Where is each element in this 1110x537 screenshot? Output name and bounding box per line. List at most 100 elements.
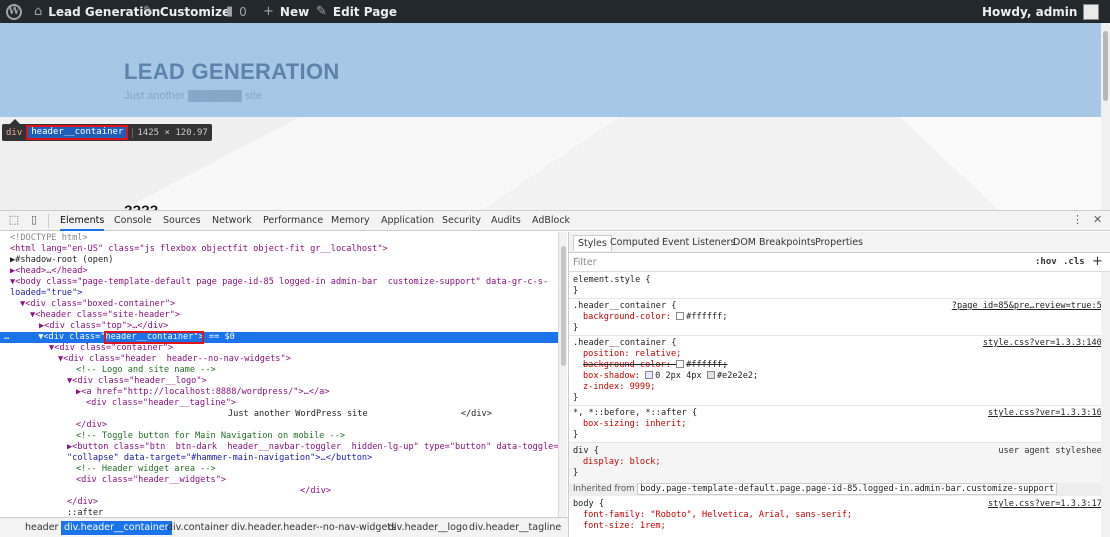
tab-audits[interactable]: Audits bbox=[491, 211, 521, 231]
tab-elements[interactable]: Elements bbox=[60, 211, 105, 231]
declaration[interactable]: font-size: 1rem; bbox=[583, 521, 666, 532]
rule-close: } bbox=[573, 430, 579, 440]
hov-toggle[interactable]: :hov bbox=[1035, 257, 1057, 267]
breadcrumb-item-active[interactable]: div.header__container bbox=[61, 521, 172, 535]
elements-scrollbar[interactable] bbox=[558, 232, 567, 517]
rule-selector[interactable]: .header__container { bbox=[573, 338, 676, 349]
tab-sources[interactable]: Sources bbox=[163, 211, 201, 231]
customize-link[interactable]: ✎ Customize bbox=[143, 0, 230, 23]
declaration[interactable]: box-sizing: inherit; bbox=[583, 419, 686, 430]
rule-selector[interactable]: element.style { bbox=[573, 275, 651, 286]
declaration[interactable]: font-family: "Roboto", Helvetica, Arial,… bbox=[583, 510, 852, 521]
dom-node[interactable]: ▼<div class="container"> bbox=[0, 343, 558, 354]
dom-node[interactable]: "collapse" data-target="#hammer-main-nav… bbox=[0, 453, 558, 464]
tab-event-listeners[interactable]: Event Listeners bbox=[662, 235, 735, 251]
dom-node[interactable]: ▼<div class="boxed-container"> bbox=[0, 299, 558, 310]
dom-node[interactable]: loaded="true"> bbox=[0, 288, 558, 299]
styles-scrollbar[interactable] bbox=[1101, 272, 1110, 537]
filter-input[interactable]: Filter bbox=[573, 257, 597, 268]
rule-close: } bbox=[573, 323, 579, 333]
rule-source-link[interactable]: ?page_id=85&pre…review=true:53 bbox=[952, 301, 1107, 312]
inherited-from-selector[interactable]: body.page-template-default.page.page-id-… bbox=[637, 483, 1058, 495]
cls-toggle[interactable]: .cls bbox=[1063, 257, 1085, 267]
wordpress-logo-button[interactable]: W bbox=[6, 0, 22, 23]
tab-application[interactable]: Application bbox=[381, 211, 434, 231]
elements-scrollbar-thumb[interactable] bbox=[561, 246, 566, 366]
dom-node[interactable]: </div> bbox=[0, 486, 558, 497]
dom-node[interactable]: ▶<a href="http://localhost:8888/wordpres… bbox=[0, 387, 558, 398]
edit-page-link[interactable]: ✎ Edit Page bbox=[316, 0, 397, 23]
dom-node[interactable]: <!-- Logo and site name --> bbox=[0, 365, 558, 376]
dom-node[interactable]: ▼<div class="header__logo"> bbox=[0, 376, 558, 387]
page-scrollbar[interactable] bbox=[1101, 23, 1110, 211]
ellipsis-icon[interactable]: … bbox=[0, 332, 9, 342]
new-rule-icon[interactable]: + bbox=[1092, 254, 1103, 269]
dom-node-text: <!-- Toggle button for Main Navigation o… bbox=[76, 431, 346, 441]
rule-source-link[interactable]: style.css?ver=1.3.3:1406 bbox=[983, 338, 1107, 349]
dom-node-selected[interactable]: … ▼<div class="header__container"> == $0 bbox=[0, 332, 558, 343]
brush-icon: ✎ bbox=[143, 4, 154, 19]
dom-node[interactable]: </div> bbox=[0, 420, 558, 431]
dom-node[interactable]: ▶#shadow-root (open) bbox=[0, 255, 558, 266]
declaration-overridden[interactable]: background-color: #ffffff; bbox=[583, 360, 728, 371]
dom-node[interactable]: <html lang="en-US" class="js flexbox obj… bbox=[0, 244, 558, 255]
more-options-icon[interactable]: ⋮ bbox=[1072, 213, 1083, 226]
tab-performance[interactable]: Performance bbox=[263, 211, 323, 231]
device-toolbar-icon[interactable]: ▯ bbox=[26, 213, 42, 228]
color-swatch[interactable] bbox=[676, 360, 685, 368]
dom-node[interactable]: Just another WordPress site </div> bbox=[0, 409, 558, 420]
comment-icon: ▮ bbox=[226, 4, 234, 19]
dom-node[interactable]: ▶<div class="top">…</div> bbox=[0, 321, 558, 332]
site-name-link[interactable]: ⌂ Lead Generation bbox=[34, 0, 160, 23]
breadcrumb-item[interactable]: div.header.header--no-nav-widgets bbox=[228, 521, 399, 535]
declaration[interactable]: box-shadow: 0 2px 4px #e2e2e2; bbox=[583, 371, 758, 382]
declaration[interactable]: position: relative; bbox=[583, 349, 681, 360]
breadcrumb-item[interactable]: div.container bbox=[164, 521, 232, 535]
page-scrollbar-thumb[interactable] bbox=[1103, 31, 1108, 101]
site-title[interactable]: LEAD GENERATION bbox=[124, 59, 340, 85]
tab-dom-breakpoints[interactable]: DOM Breakpoints bbox=[733, 235, 816, 251]
rule-selector[interactable]: *, *::before, *::after { bbox=[573, 408, 697, 419]
rule-selector[interactable]: body { bbox=[573, 499, 604, 510]
dom-node[interactable]: ▼<body class="page-template-default page… bbox=[0, 277, 558, 288]
account-menu[interactable]: Howdy, admin bbox=[982, 0, 1100, 23]
tab-computed[interactable]: Computed bbox=[610, 235, 659, 251]
breadcrumb-item[interactable]: div.header__logo bbox=[385, 521, 471, 535]
declaration[interactable]: background-color: #ffffff; bbox=[583, 312, 728, 323]
declaration[interactable]: z-index: 9999; bbox=[583, 382, 655, 393]
inspect-element-icon[interactable]: ⬚ bbox=[6, 213, 22, 228]
color-swatch[interactable] bbox=[706, 371, 715, 379]
color-swatch[interactable] bbox=[676, 312, 685, 320]
dom-node[interactable]: <div class="header__tagline"> bbox=[0, 398, 558, 409]
comments-link[interactable]: ▮ 0 bbox=[226, 0, 247, 23]
rule-source-link[interactable]: style.css?ver=1.3.3:172 bbox=[988, 499, 1107, 510]
tab-network[interactable]: Network bbox=[212, 211, 252, 231]
dom-node[interactable]: <!DOCTYPE html> bbox=[0, 233, 558, 244]
dom-node[interactable]: ▼<div class="header header--no-nav-widge… bbox=[0, 354, 558, 365]
dom-node[interactable]: ▶<head>…</head> bbox=[0, 266, 558, 277]
dom-node[interactable]: </div> bbox=[0, 497, 558, 508]
dom-node[interactable]: <!-- Header widget area --> bbox=[0, 464, 558, 475]
declaration[interactable]: display: block; bbox=[583, 457, 661, 468]
close-icon[interactable]: ✕ bbox=[1093, 213, 1102, 226]
tab-styles[interactable]: Styles bbox=[573, 235, 612, 251]
dom-node[interactable]: <div class="header__widgets"> bbox=[0, 475, 558, 486]
tab-security[interactable]: Security bbox=[442, 211, 481, 231]
tab-memory[interactable]: Memory bbox=[331, 211, 370, 231]
dom-node[interactable]: <!-- Toggle button for Main Navigation o… bbox=[0, 431, 558, 442]
rule-selector[interactable]: .header__container { bbox=[573, 301, 676, 312]
dom-node[interactable]: ▶<button class="btn btn-dark header__nav… bbox=[0, 442, 558, 453]
dom-node-text: ▶<button class="btn btn-dark header__nav… bbox=[67, 442, 558, 452]
breadcrumb-item[interactable]: header bbox=[22, 521, 61, 535]
site-tagline: Just another WordPress site bbox=[124, 90, 262, 102]
rule-selector[interactable]: div { bbox=[573, 446, 599, 457]
shadow-editor-icon[interactable] bbox=[645, 371, 654, 379]
dom-node[interactable]: ▼<header class="site-header"> bbox=[0, 310, 558, 321]
tab-console[interactable]: Console bbox=[114, 211, 152, 231]
tab-properties[interactable]: Properties bbox=[815, 235, 863, 251]
new-content-link[interactable]: + New bbox=[263, 0, 309, 23]
dom-node[interactable]: ::after bbox=[0, 508, 558, 517]
rule-source-link[interactable]: style.css?ver=1.3.3:164 bbox=[988, 408, 1107, 419]
breadcrumb-item[interactable]: div.header__tagline bbox=[466, 521, 564, 535]
tab-adblock[interactable]: AdBlock bbox=[532, 211, 570, 231]
